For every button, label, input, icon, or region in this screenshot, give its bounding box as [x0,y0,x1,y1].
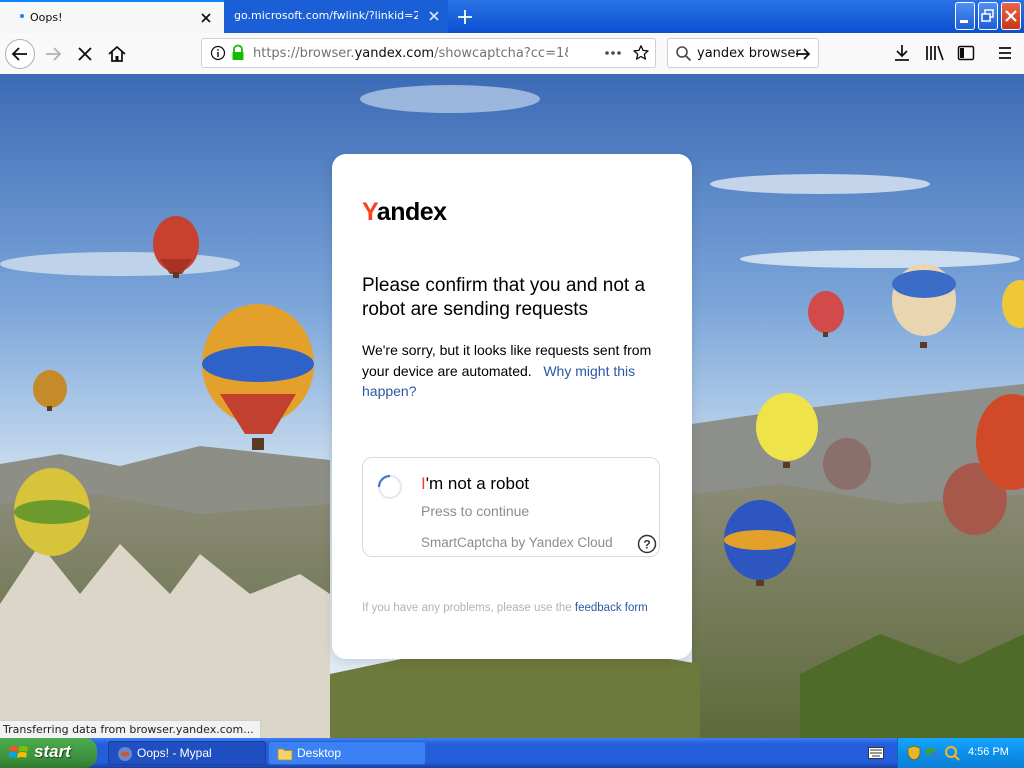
window-close-button[interactable] [1001,2,1021,30]
captcha-subtitle: Press to continue [421,503,530,519]
info-icon[interactable] [210,45,226,61]
tab-strip: Oops! go.microsoft.com/fwlink/?linkid=21… [0,0,1024,33]
description-text: We're sorry, but it looks like requests … [362,342,652,399]
back-button[interactable] [5,39,35,69]
new-tab-plus-icon[interactable] [454,6,476,28]
home-icon [108,45,126,62]
keyboard-icon[interactable] [868,747,884,759]
menu-hamburger-icon[interactable] [995,43,1015,63]
loading-spinner-icon [377,474,403,500]
arrow-left-icon [11,47,27,61]
page-actions-icon[interactable] [603,45,623,61]
tab-oops[interactable]: Oops! [0,0,224,33]
search-bar[interactable]: yandex browser [667,38,819,68]
library-icon[interactable] [924,43,946,63]
go-arrow-icon[interactable] [794,45,812,63]
hot-air-balloon-icon [823,438,871,490]
sidebar-icon[interactable] [956,43,976,63]
browser-icon [118,747,132,761]
web-page: Yandex Please confirm that you and not a… [0,74,1024,738]
feedback-link[interactable]: feedback form [575,602,648,614]
taskbar-item-mypal[interactable]: Oops! - Mypal [108,741,266,765]
minimize-icon [960,20,968,23]
forward-button[interactable] [39,39,69,69]
stop-x-icon [78,47,92,61]
search-input[interactable]: yandex browser [697,46,801,61]
close-icon[interactable] [199,11,213,25]
hot-air-balloon-icon [14,468,90,556]
taskbar-item-desktop[interactable]: Desktop [268,741,426,765]
tab-title: Oops! [30,11,63,24]
download-icon[interactable] [892,43,912,63]
page-heading: Please confirm that you and not a robot … [362,275,646,320]
not-a-robot-checkbox[interactable]: I'm not a robot Press to continue SmartC… [362,457,660,557]
svg-text:?: ? [643,538,650,552]
start-label: start [34,742,71,761]
search-tray-icon[interactable] [944,745,960,761]
tab-title: go.microsoft.com/fwlink/?linkid=21090 [234,9,418,22]
minimize-button[interactable] [955,2,975,30]
home-button[interactable] [102,39,132,69]
yandex-logo: Yandex [362,198,447,226]
close-icon[interactable] [427,9,441,23]
bookmark-star-icon[interactable] [632,44,650,62]
windows-taskbar: start Oops! - Mypal Desktop 4:56 PM [0,738,1024,768]
loading-dot-icon [20,14,24,18]
captcha-brand: SmartCaptcha by Yandex Cloud [421,535,613,550]
restore-icon [981,9,994,22]
stop-button[interactable] [70,39,100,69]
folder-icon [277,748,293,761]
address-bar[interactable]: https://browser.yandex.com/showcaptcha?c… [201,38,656,68]
taskbar-item-label: Oops! - Mypal [137,746,212,760]
lock-icon[interactable] [230,44,246,62]
tab-microsoft[interactable]: go.microsoft.com/fwlink/?linkid=21090 [224,0,448,33]
arrow-right-icon [46,47,62,61]
feedback-note: If you have any problems, please use the… [362,602,648,614]
security-shield-icon[interactable] [906,745,922,761]
windows-logo-icon [9,746,28,758]
network-icon[interactable] [925,745,941,761]
restore-button[interactable] [978,2,998,30]
url-text[interactable]: https://browser.yandex.com/showcaptcha?c… [253,46,568,61]
start-button[interactable]: start [0,738,97,768]
captcha-title: I'm not a robot [421,474,530,493]
help-icon[interactable]: ? [637,534,657,554]
navigation-toolbar: https://browser.yandex.com/showcaptcha?c… [0,33,1024,75]
taskbar-item-label: Desktop [297,746,342,760]
status-bar: Transferring data from browser.yandex.co… [0,720,261,740]
close-x-icon [1005,10,1017,22]
search-icon [676,46,692,62]
captcha-card: Yandex Please confirm that you and not a… [332,154,692,659]
clock: 4:56 PM [968,746,1009,758]
